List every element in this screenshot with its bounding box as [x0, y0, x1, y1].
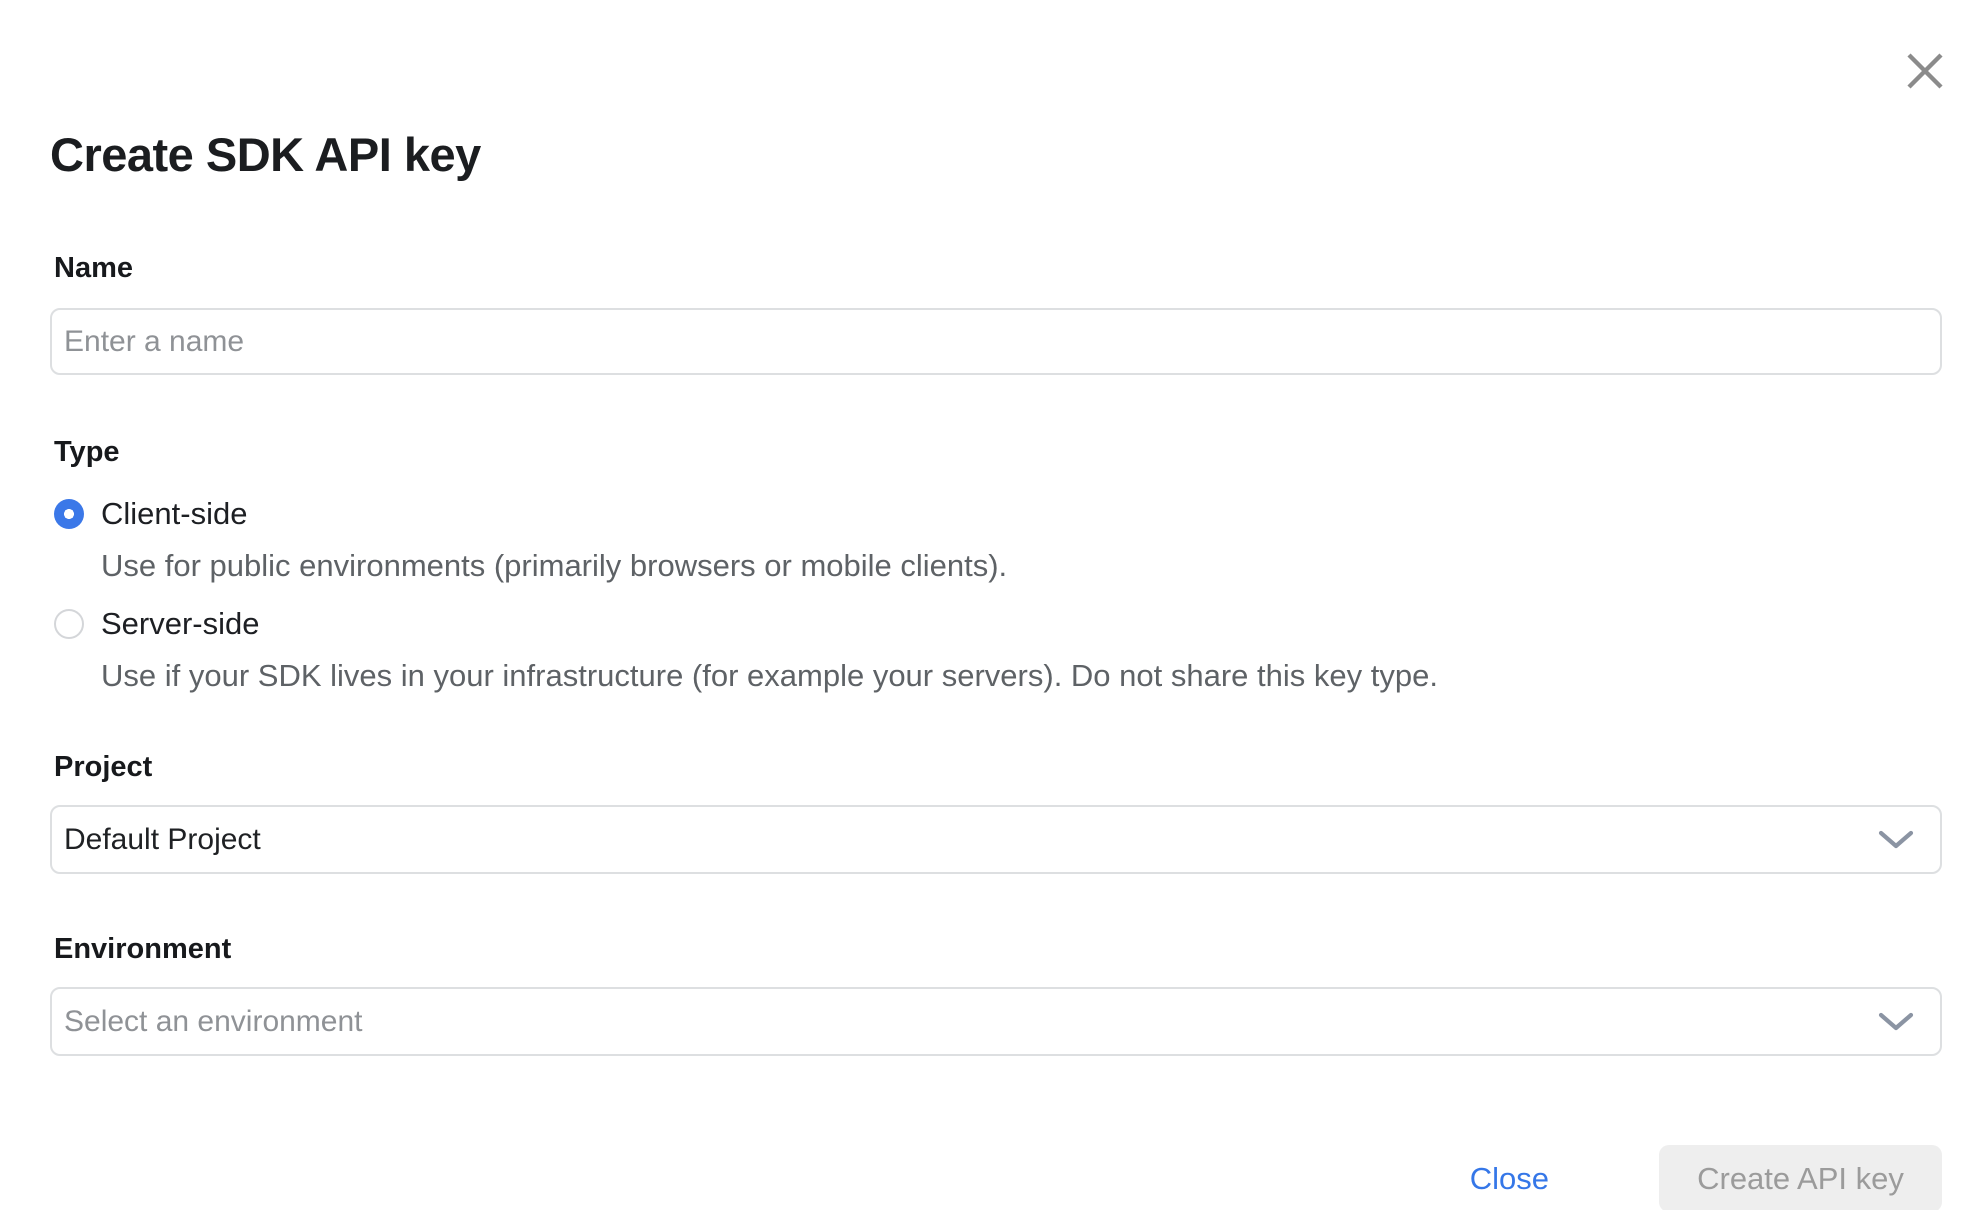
- modal-footer: Close Create API key: [50, 1145, 1942, 1210]
- environment-field-label: Environment: [54, 935, 1942, 964]
- type-field-label: Type: [54, 438, 1942, 467]
- environment-select[interactable]: Select an environment: [50, 987, 1942, 1056]
- radio-option-description: Use if your SDK lives in your infrastruc…: [101, 660, 1942, 691]
- name-field-label: Name: [54, 254, 1942, 283]
- chevron-down-icon: [1878, 829, 1914, 851]
- project-select[interactable]: Default Project: [50, 805, 1942, 874]
- chevron-down-icon: [1878, 1011, 1914, 1033]
- radio-button-icon[interactable]: [54, 499, 84, 529]
- create-sdk-api-key-modal: Create SDK API key Name Type Client-side…: [0, 0, 1980, 1210]
- radio-option-label: Client-side: [101, 498, 247, 529]
- project-field-label: Project: [54, 753, 1942, 782]
- x-icon: [1904, 50, 1946, 92]
- radio-button-icon[interactable]: [54, 609, 84, 639]
- close-icon-button[interactable]: [1902, 48, 1948, 94]
- create-api-key-button[interactable]: Create API key: [1659, 1145, 1942, 1210]
- close-button[interactable]: Close: [1470, 1161, 1549, 1197]
- radio-option-server-side[interactable]: Server-side: [50, 608, 1942, 639]
- radio-option-description: Use for public environments (primarily b…: [101, 550, 1942, 581]
- project-select-value: Default Project: [64, 823, 261, 857]
- radio-option-client-side[interactable]: Client-side: [50, 498, 1942, 529]
- radio-option-label: Server-side: [101, 608, 260, 639]
- modal-title: Create SDK API key: [50, 0, 1942, 179]
- environment-select-placeholder: Select an environment: [64, 1005, 363, 1039]
- name-input[interactable]: [50, 308, 1942, 375]
